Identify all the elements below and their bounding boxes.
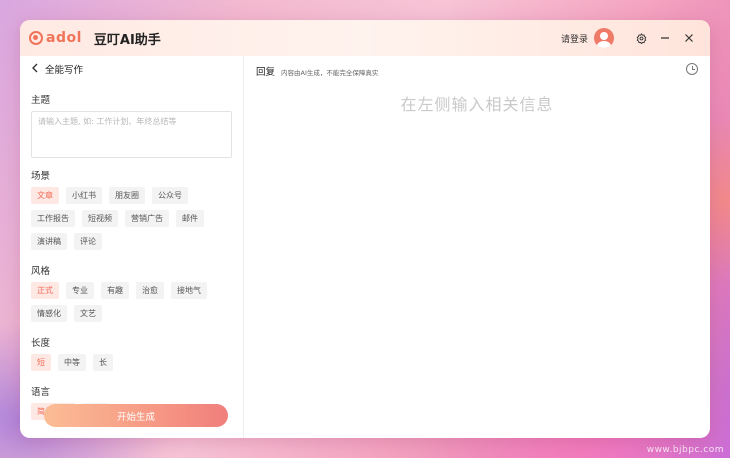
- title-bar: adol 豆叮AI助手 请登录: [20, 20, 710, 56]
- reply-panel: 回复 内容由AI生成，不能完全保障真实 在左侧输入相关信息: [244, 56, 710, 438]
- style-chip[interactable]: 治愈: [136, 282, 164, 299]
- scene-chip[interactable]: 文章: [31, 187, 59, 204]
- scene-chip[interactable]: 邮件: [176, 210, 204, 227]
- scene-chip[interactable]: 营销广告: [125, 210, 169, 227]
- topic-input[interactable]: 请输入主题, 如: 工作计划、年终总结等: [31, 111, 232, 158]
- close-button[interactable]: [678, 27, 700, 49]
- style-label: 风格: [31, 266, 51, 277]
- avatar[interactable]: [594, 28, 614, 48]
- scene-chip[interactable]: 工作报告: [31, 210, 75, 227]
- scene-chip[interactable]: 小红书: [66, 187, 102, 204]
- style-chip[interactable]: 有趣: [101, 282, 129, 299]
- scene-options: 文章 小红书 朋友圈 公众号 工作报告 短视频 营销广告 邮件 演讲稿 评论: [31, 187, 232, 250]
- watermark: www.bjbpc.com: [646, 445, 724, 455]
- scene-chip[interactable]: 短视频: [82, 210, 118, 227]
- login-link[interactable]: 请登录: [561, 32, 588, 45]
- scene-label: 场景: [31, 171, 51, 182]
- scene-chip[interactable]: 朋友圈: [109, 187, 145, 204]
- app-logo: adol: [29, 30, 82, 46]
- generate-button[interactable]: 开始生成: [44, 404, 228, 427]
- length-chip[interactable]: 短: [31, 354, 51, 371]
- scene-chip[interactable]: 公众号: [152, 187, 188, 204]
- style-chip[interactable]: 正式: [31, 282, 59, 299]
- logo-icon: [29, 31, 43, 45]
- history-clock-icon[interactable]: [686, 63, 698, 75]
- language-label: 语言: [31, 387, 51, 398]
- style-chip[interactable]: 接地气: [171, 282, 207, 299]
- page-title: 全能写作: [45, 65, 84, 76]
- settings-panel: 全能写作 主题 请输入主题, 如: 工作计划、年终总结等 场景 文章 小红书 朋…: [20, 56, 244, 438]
- chevron-left-icon: [31, 62, 45, 76]
- scene-chip[interactable]: 演讲稿: [31, 233, 67, 250]
- style-chip[interactable]: 文艺: [74, 305, 102, 322]
- ai-disclaimer: 内容由AI生成，不能完全保障真实: [281, 69, 379, 77]
- style-chip[interactable]: 专业: [66, 282, 94, 299]
- length-options: 短 中等 长: [31, 354, 232, 371]
- app-title: 豆叮AI助手: [93, 32, 161, 48]
- reply-header: 回复 内容由AI生成，不能完全保障真实: [256, 64, 378, 78]
- length-chip[interactable]: 长: [93, 354, 113, 371]
- length-chip[interactable]: 中等: [58, 354, 86, 371]
- back-navigation[interactable]: 全能写作: [31, 62, 232, 76]
- gear-icon: [636, 32, 646, 44]
- length-label: 长度: [31, 338, 51, 349]
- minimize-button[interactable]: [654, 27, 676, 49]
- logo-text: adol: [46, 30, 82, 46]
- close-icon: [685, 34, 693, 42]
- style-chip[interactable]: 情感化: [31, 305, 67, 322]
- reply-label: 回复: [256, 67, 276, 78]
- empty-placeholder: 在左侧输入相关信息: [400, 95, 554, 114]
- scene-chip[interactable]: 评论: [74, 233, 102, 250]
- settings-button[interactable]: [630, 27, 652, 49]
- style-options: 正式 专业 有趣 治愈 接地气 情感化 文艺: [31, 282, 232, 322]
- app-window: adol 豆叮AI助手 请登录 全能写作 主题 请输入主题, 如: 工作计划、年…: [20, 20, 710, 438]
- minimize-icon: [661, 37, 669, 39]
- topic-label: 主题: [31, 95, 51, 106]
